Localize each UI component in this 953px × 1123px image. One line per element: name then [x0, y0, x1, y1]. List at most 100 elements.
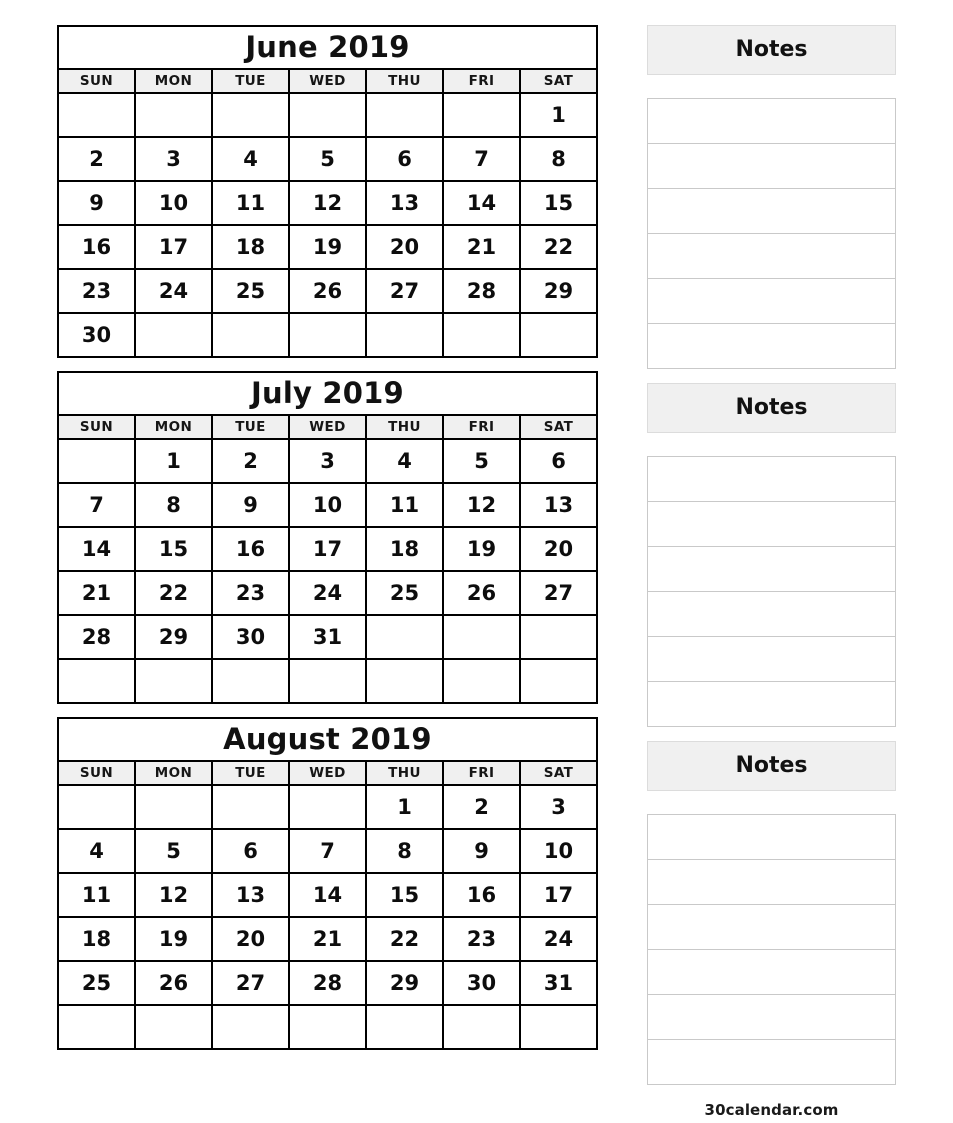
day-cell[interactable]: 24 [134, 268, 213, 314]
day-cell[interactable]: 2 [211, 438, 290, 484]
day-cell[interactable]: 19 [134, 916, 213, 962]
day-cell[interactable]: 4 [365, 438, 444, 484]
day-cell[interactable]: 11 [365, 482, 444, 528]
notes-line[interactable] [648, 189, 895, 234]
day-cell-empty[interactable] [519, 312, 598, 358]
day-cell[interactable]: 21 [288, 916, 367, 962]
day-cell[interactable]: 2 [57, 136, 136, 182]
day-cell[interactable]: 26 [442, 570, 521, 616]
day-cell[interactable]: 30 [57, 312, 136, 358]
notes-line[interactable] [648, 234, 895, 279]
day-cell[interactable]: 6 [211, 828, 290, 874]
day-cell[interactable]: 15 [365, 872, 444, 918]
day-cell-empty[interactable] [365, 658, 444, 704]
day-cell[interactable]: 17 [288, 526, 367, 572]
day-cell[interactable]: 12 [442, 482, 521, 528]
day-cell-empty[interactable] [57, 658, 136, 704]
day-cell[interactable]: 24 [519, 916, 598, 962]
day-cell[interactable]: 13 [519, 482, 598, 528]
day-cell[interactable]: 3 [519, 784, 598, 830]
day-cell-empty[interactable] [211, 784, 290, 830]
day-cell-empty[interactable] [442, 614, 521, 660]
day-cell[interactable]: 14 [442, 180, 521, 226]
day-cell[interactable]: 23 [57, 268, 136, 314]
day-cell[interactable]: 27 [519, 570, 598, 616]
day-cell[interactable]: 22 [519, 224, 598, 270]
day-cell[interactable]: 23 [211, 570, 290, 616]
notes-line[interactable] [648, 144, 895, 189]
day-cell-empty[interactable] [211, 92, 290, 138]
day-cell-empty[interactable] [288, 92, 367, 138]
day-cell[interactable]: 3 [288, 438, 367, 484]
day-cell[interactable]: 6 [519, 438, 598, 484]
day-cell[interactable]: 8 [519, 136, 598, 182]
day-cell[interactable]: 15 [134, 526, 213, 572]
day-cell[interactable]: 7 [288, 828, 367, 874]
day-cell-empty[interactable] [442, 92, 521, 138]
day-cell[interactable]: 9 [57, 180, 136, 226]
notes-line[interactable] [648, 324, 895, 369]
day-cell-empty[interactable] [365, 92, 444, 138]
day-cell[interactable]: 10 [519, 828, 598, 874]
day-cell-empty[interactable] [211, 658, 290, 704]
day-cell[interactable]: 12 [134, 872, 213, 918]
day-cell[interactable]: 13 [211, 872, 290, 918]
day-cell-empty[interactable] [134, 658, 213, 704]
day-cell[interactable]: 26 [288, 268, 367, 314]
day-cell-empty[interactable] [288, 658, 367, 704]
notes-line[interactable] [648, 682, 895, 727]
day-cell[interactable]: 2 [442, 784, 521, 830]
day-cell[interactable]: 17 [519, 872, 598, 918]
day-cell-empty[interactable] [211, 312, 290, 358]
day-cell[interactable]: 9 [211, 482, 290, 528]
day-cell[interactable]: 10 [134, 180, 213, 226]
day-cell-empty[interactable] [57, 438, 136, 484]
day-cell[interactable]: 26 [134, 960, 213, 1006]
day-cell[interactable]: 3 [134, 136, 213, 182]
notes-line[interactable] [648, 457, 895, 502]
day-cell[interactable]: 28 [57, 614, 136, 660]
day-cell-empty[interactable] [288, 784, 367, 830]
day-cell-empty[interactable] [442, 312, 521, 358]
day-cell[interactable]: 22 [365, 916, 444, 962]
day-cell[interactable]: 30 [442, 960, 521, 1006]
day-cell[interactable]: 6 [365, 136, 444, 182]
day-cell-empty[interactable] [57, 1004, 136, 1050]
day-cell[interactable]: 5 [134, 828, 213, 874]
day-cell[interactable]: 24 [288, 570, 367, 616]
day-cell-empty[interactable] [134, 1004, 213, 1050]
day-cell[interactable]: 19 [442, 526, 521, 572]
day-cell[interactable]: 1 [365, 784, 444, 830]
day-cell[interactable]: 16 [57, 224, 136, 270]
day-cell[interactable]: 20 [519, 526, 598, 572]
day-cell[interactable]: 14 [288, 872, 367, 918]
notes-line[interactable] [648, 637, 895, 682]
day-cell[interactable]: 7 [442, 136, 521, 182]
day-cell[interactable]: 20 [211, 916, 290, 962]
day-cell-empty[interactable] [365, 1004, 444, 1050]
day-cell-empty[interactable] [57, 92, 136, 138]
notes-line[interactable] [648, 547, 895, 592]
notes-line[interactable] [648, 950, 895, 995]
day-cell[interactable]: 4 [211, 136, 290, 182]
day-cell[interactable]: 1 [519, 92, 598, 138]
day-cell-empty[interactable] [519, 658, 598, 704]
day-cell[interactable]: 8 [134, 482, 213, 528]
day-cell[interactable]: 4 [57, 828, 136, 874]
day-cell-empty[interactable] [288, 1004, 367, 1050]
notes-line[interactable] [648, 1040, 895, 1085]
day-cell[interactable]: 23 [442, 916, 521, 962]
day-cell[interactable]: 16 [211, 526, 290, 572]
day-cell[interactable]: 20 [365, 224, 444, 270]
day-cell[interactable]: 5 [442, 438, 521, 484]
day-cell-empty[interactable] [134, 92, 213, 138]
day-cell-empty[interactable] [211, 1004, 290, 1050]
day-cell[interactable]: 31 [519, 960, 598, 1006]
day-cell[interactable]: 29 [519, 268, 598, 314]
day-cell[interactable]: 18 [211, 224, 290, 270]
day-cell-empty[interactable] [134, 312, 213, 358]
day-cell[interactable]: 25 [57, 960, 136, 1006]
day-cell[interactable]: 21 [57, 570, 136, 616]
day-cell-empty[interactable] [519, 614, 598, 660]
day-cell[interactable]: 8 [365, 828, 444, 874]
